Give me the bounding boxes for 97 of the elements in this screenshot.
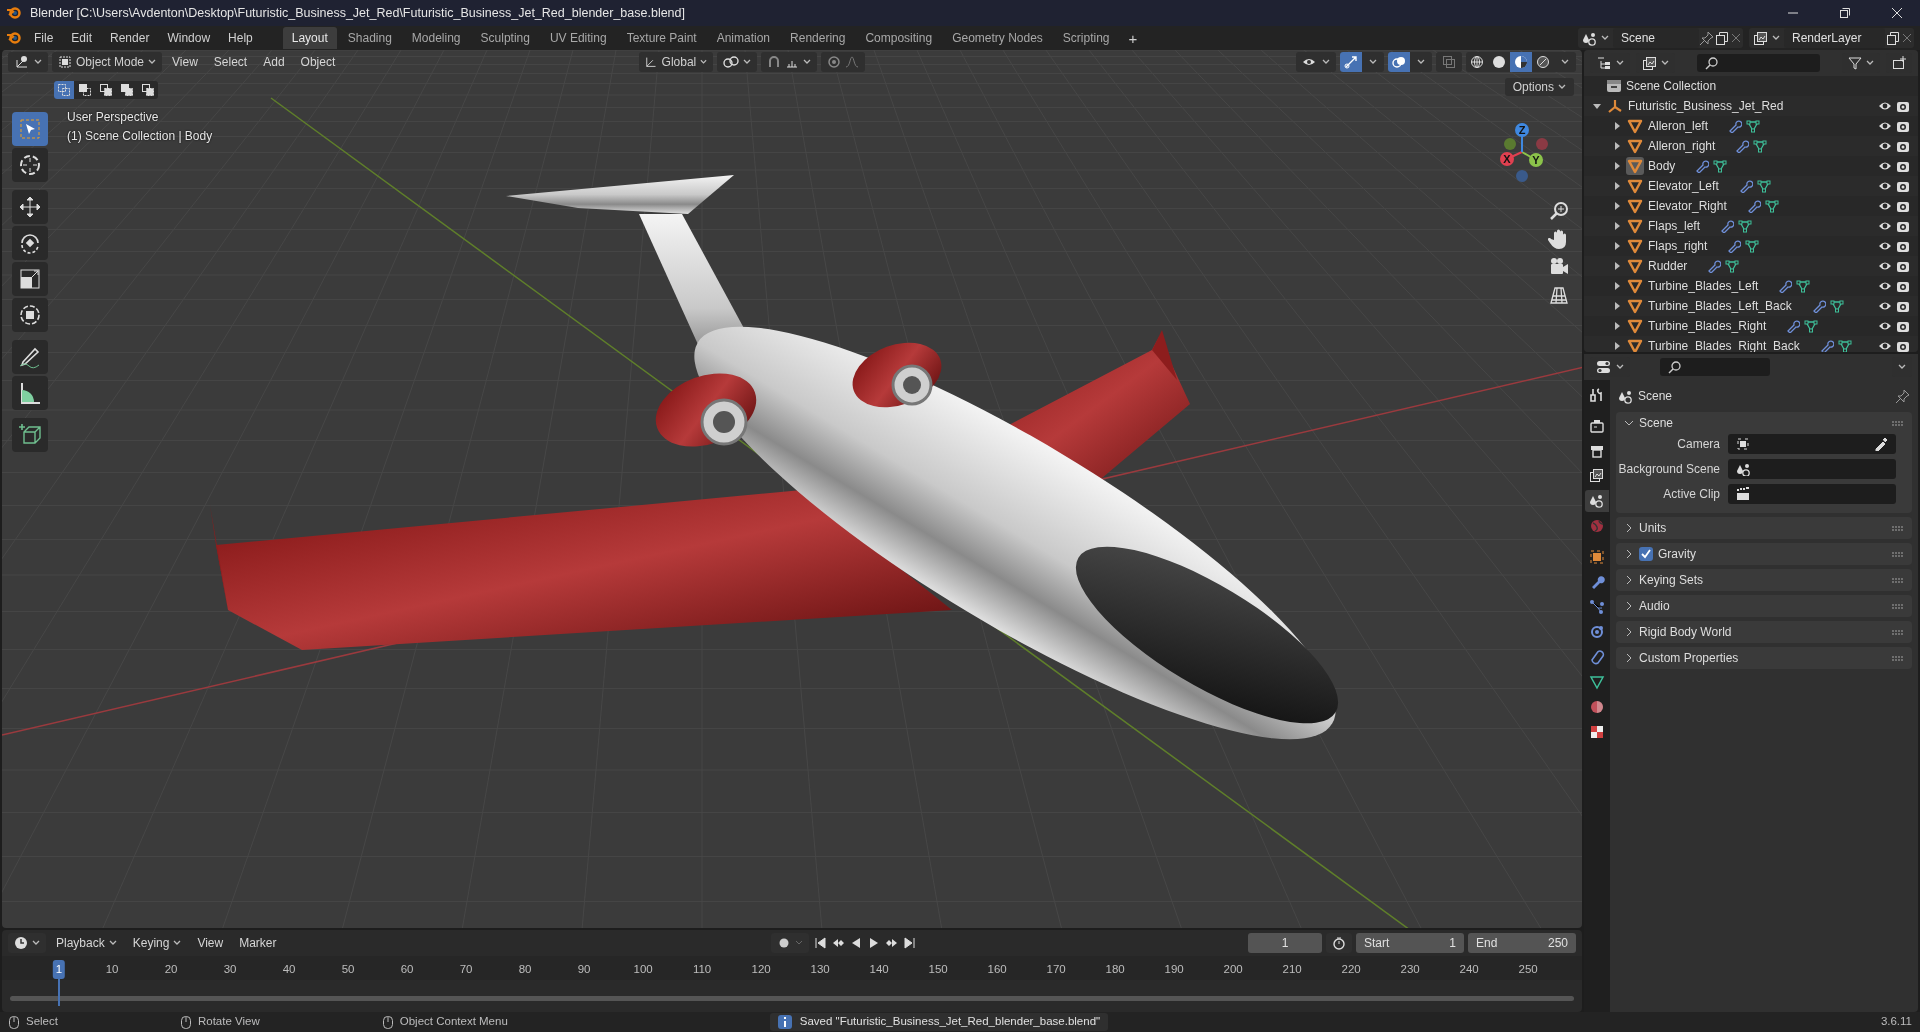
frame-number: 80 bbox=[517, 962, 533, 977]
tree-item-label[interactable]: Turbine_Blades_Right bbox=[1648, 317, 1767, 335]
tree-item-label[interactable]: Elevator_Right bbox=[1648, 197, 1727, 215]
frame-number: 30 bbox=[222, 962, 238, 977]
workspace-tab[interactable]: UV Editing bbox=[540, 27, 616, 49]
panel-header[interactable]: Gravity bbox=[1616, 543, 1912, 565]
panel-header[interactable]: Audio bbox=[1616, 595, 1912, 617]
frame-number: 240 bbox=[1458, 962, 1480, 977]
frame-number: 20 bbox=[163, 962, 179, 977]
scene-name-field[interactable]: Scene bbox=[1613, 28, 1699, 48]
start-frame-field[interactable]: Start 1 bbox=[1356, 933, 1464, 953]
tree-item-label[interactable]: Turbine_Blades_Left bbox=[1648, 277, 1759, 295]
workspace-tab[interactable]: Compositing bbox=[856, 27, 942, 49]
orientation-dropdown[interactable]: Global bbox=[639, 52, 714, 72]
workspace-tab[interactable]: Sculpting bbox=[471, 27, 539, 49]
frame-number: 190 bbox=[1163, 962, 1185, 977]
frame-number: 200 bbox=[1222, 962, 1244, 977]
workspace-tab[interactable]: Texture Paint bbox=[617, 27, 706, 49]
panel-header[interactable]: Keying Sets bbox=[1616, 569, 1912, 591]
frame-number: 10 bbox=[104, 962, 120, 977]
menu-item[interactable]: Render bbox=[102, 28, 158, 48]
current-frame-field[interactable]: 1 bbox=[1248, 933, 1322, 953]
tree-item-label[interactable]: Flaps_right bbox=[1648, 237, 1708, 255]
tree-item-label[interactable]: Alleron_right bbox=[1648, 137, 1716, 155]
viewport-info-text: (1) Scene Collection | Body bbox=[67, 128, 213, 145]
field-label: Background Scene bbox=[1617, 461, 1720, 478]
field-label: Active Clip bbox=[1662, 486, 1720, 503]
panel-header[interactable]: Custom Properties bbox=[1616, 647, 1912, 669]
options-dropdown[interactable]: Options bbox=[1504, 78, 1574, 96]
frame-number: 70 bbox=[458, 962, 474, 977]
frame-number: 150 bbox=[927, 962, 949, 977]
window-title: Blender [C:\Users\Avdenton\Desktop\Futuristic_Business_Jet_Red\Futuristic_Business_Jet_Red_blender_base.blend] bbox=[30, 4, 685, 22]
panel-header[interactable]: Rigid Body World bbox=[1616, 621, 1912, 643]
menu-item[interactable]: Playback bbox=[50, 934, 123, 952]
workspace-tab[interactable]: Rendering bbox=[781, 27, 855, 49]
view-layer-name-field[interactable]: RenderLayer bbox=[1784, 28, 1885, 48]
panel-header[interactable]: Scene bbox=[1616, 412, 1912, 434]
frame-number: 210 bbox=[1281, 962, 1303, 977]
menu-item[interactable]: File bbox=[26, 28, 62, 48]
menu-item[interactable]: View bbox=[166, 53, 204, 71]
frame-number: 140 bbox=[868, 962, 890, 977]
tree-item-label[interactable]: Flaps_left bbox=[1648, 217, 1701, 235]
workspace-tab[interactable]: Modeling bbox=[402, 27, 470, 49]
menu-item[interactable]: Object bbox=[294, 53, 342, 71]
end-label: End bbox=[1476, 935, 1498, 952]
panel-header[interactable]: Units bbox=[1616, 517, 1912, 539]
menu-item[interactable]: Help bbox=[220, 28, 261, 48]
tree-item-label[interactable]: Turbine_Blades_Left_Back bbox=[1648, 297, 1792, 315]
workspace-tab[interactable]: Geometry Nodes bbox=[943, 27, 1052, 49]
workspace-tab[interactable]: Layout bbox=[282, 27, 337, 49]
version-text: 3.6.11 bbox=[1880, 1014, 1912, 1030]
tree-item-label[interactable]: Scene Collection bbox=[1626, 77, 1717, 95]
frame-number: 50 bbox=[340, 962, 356, 977]
menu-item[interactable]: Marker bbox=[233, 934, 283, 952]
mode-dropdown[interactable]: Object Mode bbox=[52, 52, 163, 72]
tree-item-label[interactable]: Body bbox=[1648, 157, 1676, 175]
start-value: 1 bbox=[1449, 935, 1456, 952]
frame-number: 90 bbox=[576, 962, 592, 977]
end-value: 250 bbox=[1547, 935, 1568, 952]
navigation-gizmo[interactable]: X Y Z bbox=[1492, 114, 1562, 186]
menu-item[interactable]: Window bbox=[159, 28, 219, 48]
viewport-info-text: User Perspective bbox=[67, 109, 160, 126]
status-hint: Rotate View bbox=[197, 1014, 260, 1030]
frame-number: 230 bbox=[1399, 962, 1421, 977]
menu-item[interactable]: Edit bbox=[63, 28, 101, 48]
workspace-tab[interactable]: Shading bbox=[338, 27, 401, 49]
status-hint: Object Context Menu bbox=[399, 1014, 508, 1030]
frame-number: 220 bbox=[1340, 962, 1362, 977]
end-frame-field[interactable]: End 250 bbox=[1468, 933, 1576, 953]
frame-number: 180 bbox=[1104, 962, 1126, 977]
frame-number: 100 bbox=[632, 962, 654, 977]
menu-item[interactable]: Select bbox=[207, 53, 254, 71]
field-label: Camera bbox=[1676, 436, 1720, 453]
tree-item-label[interactable]: Elevator_Left bbox=[1648, 177, 1719, 195]
tree-item-label[interactable]: Rudder bbox=[1648, 257, 1688, 275]
workspace-tab[interactable]: Animation bbox=[707, 27, 780, 49]
workspace-tab[interactable]: Scripting bbox=[1053, 27, 1119, 49]
frame-number: 120 bbox=[750, 962, 772, 977]
menu-item[interactable]: Keying bbox=[126, 934, 188, 952]
status-message: Saved "Futuristic_Business_Jet_Red_blender_base.blend" bbox=[769, 1013, 1109, 1031]
frame-number: 60 bbox=[399, 962, 415, 977]
tree-item-label[interactable]: Futuristic_Business_Jet_Red bbox=[1628, 97, 1784, 115]
tree-item-label[interactable]: Alleron_left bbox=[1648, 117, 1709, 135]
start-label: Start bbox=[1364, 935, 1390, 952]
frame-number: 110 bbox=[691, 962, 713, 977]
frame-number: 40 bbox=[281, 962, 297, 977]
tree-item-label[interactable]: Turbine_Blades_Right_Back bbox=[1648, 337, 1800, 352]
frame-number: 130 bbox=[809, 962, 831, 977]
frame-number: 1 bbox=[52, 960, 66, 980]
frame-number: 170 bbox=[1045, 962, 1067, 977]
properties-title: Scene bbox=[1638, 388, 1673, 405]
status-hint: Select bbox=[26, 1014, 58, 1030]
frame-number: 250 bbox=[1517, 962, 1539, 977]
menu-item[interactable]: Add bbox=[257, 53, 291, 71]
menu-item[interactable]: View bbox=[191, 934, 230, 952]
frame-number: 160 bbox=[986, 962, 1008, 977]
add-workspace-button[interactable]: + bbox=[1120, 26, 1146, 50]
